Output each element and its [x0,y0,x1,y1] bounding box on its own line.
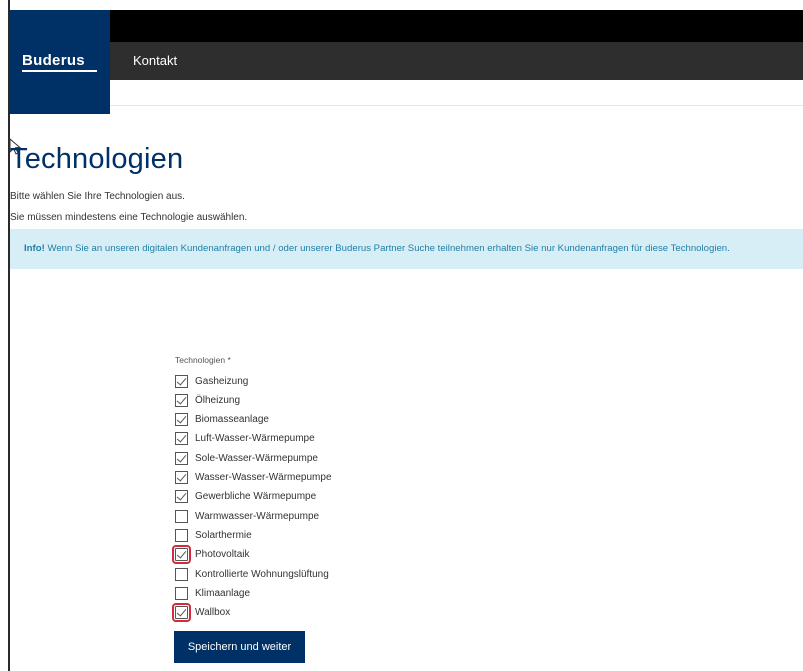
checkbox[interactable] [175,490,188,504]
page-title: Technologien [10,143,184,175]
technology-option[interactable]: Wallbox [172,603,231,623]
technology-option[interactable]: Sole-Wasser-Wärmepumpe [175,449,318,467]
technology-option-label: Luft-Wasser-Wärmepumpe [195,433,315,445]
requirement-text: Sie müssen mindestens eine Technologie a… [10,212,248,223]
checkmark-icon [176,490,187,501]
header-divider [110,105,803,106]
technology-option-label: Kontrollierte Wohnungslüftung [195,568,329,580]
checkmark-icon [176,606,187,617]
technology-option-label: Wallbox [195,607,231,619]
checkmark-icon [176,394,187,405]
technology-option-label: Ölheizung [195,394,241,406]
checkbox[interactable] [175,509,188,523]
info-alert-label: Info! [24,243,45,254]
info-alert-message: Wenn Sie an unseren digitalen Kundenanfr… [44,243,730,254]
technology-option[interactable]: Gewerbliche Wärmepumpe [175,488,316,506]
checkbox[interactable] [175,567,188,581]
page-frame [8,0,803,671]
checkbox[interactable] [175,471,188,484]
checkbox[interactable] [172,545,191,565]
brand-logo[interactable]: Buderus [22,52,85,69]
technology-option-label: Photovoltaik [195,549,250,561]
info-alert-text: Info! Wenn Sie an unseren digitalen Kund… [24,243,730,254]
checkbox[interactable] [175,528,188,542]
technologies-field-label: Technologien * [175,355,231,365]
technology-option[interactable]: Wasser-Wasser-Wärmepumpe [175,469,332,487]
technology-option-label: Warmwasser-Wärmepumpe [195,510,320,522]
checkbox[interactable] [175,432,188,446]
save-and-continue-button[interactable]: Speichern und weiter [174,631,305,663]
technology-option[interactable]: Klimaanlage [175,584,250,602]
technology-option[interactable]: Solarthermie [175,526,252,544]
checkmark-icon [176,374,187,386]
checkbox[interactable] [175,413,188,427]
checkmark-icon [176,548,187,559]
top-strip [10,10,803,42]
navbar [10,42,803,80]
technology-option[interactable]: Photovoltaik [172,545,250,565]
technology-option[interactable]: Biomasseanlage [175,411,269,429]
checkmark-icon [176,432,187,443]
technology-option[interactable]: Gasheizung [175,372,248,390]
checkbox[interactable] [175,393,188,407]
technology-option-label: Solarthermie [195,529,252,541]
checkbox[interactable] [175,451,188,465]
checkmark-icon [176,413,187,424]
instruction-text: Bitte wählen Sie Ihre Technologien aus. [10,191,185,202]
nav-link-kontakt[interactable]: Kontakt [133,53,177,68]
checkbox[interactable] [175,374,188,388]
checkbox[interactable] [175,586,188,600]
technology-option-label: Biomasseanlage [195,414,269,426]
technology-option-label: Klimaanlage [195,587,251,599]
technology-option-label: Gasheizung [195,375,249,387]
technology-option[interactable]: Luft-Wasser-Wärmepumpe [175,430,315,448]
technology-option[interactable]: Warmwasser-Wärmepumpe [175,507,319,525]
checkmark-icon [176,471,187,482]
checkbox[interactable] [172,603,191,623]
brand-underline [22,70,97,72]
technology-option[interactable]: Kontrollierte Wohnungslüftung [175,565,329,583]
technology-option-label: Gewerbliche Wärmepumpe [195,491,317,503]
technology-option-label: Wasser-Wasser-Wärmepumpe [195,472,332,483]
technology-option-label: Sole-Wasser-Wärmepumpe [195,452,318,464]
checkmark-icon [176,452,187,463]
technology-option[interactable]: Ölheizung [175,391,240,409]
